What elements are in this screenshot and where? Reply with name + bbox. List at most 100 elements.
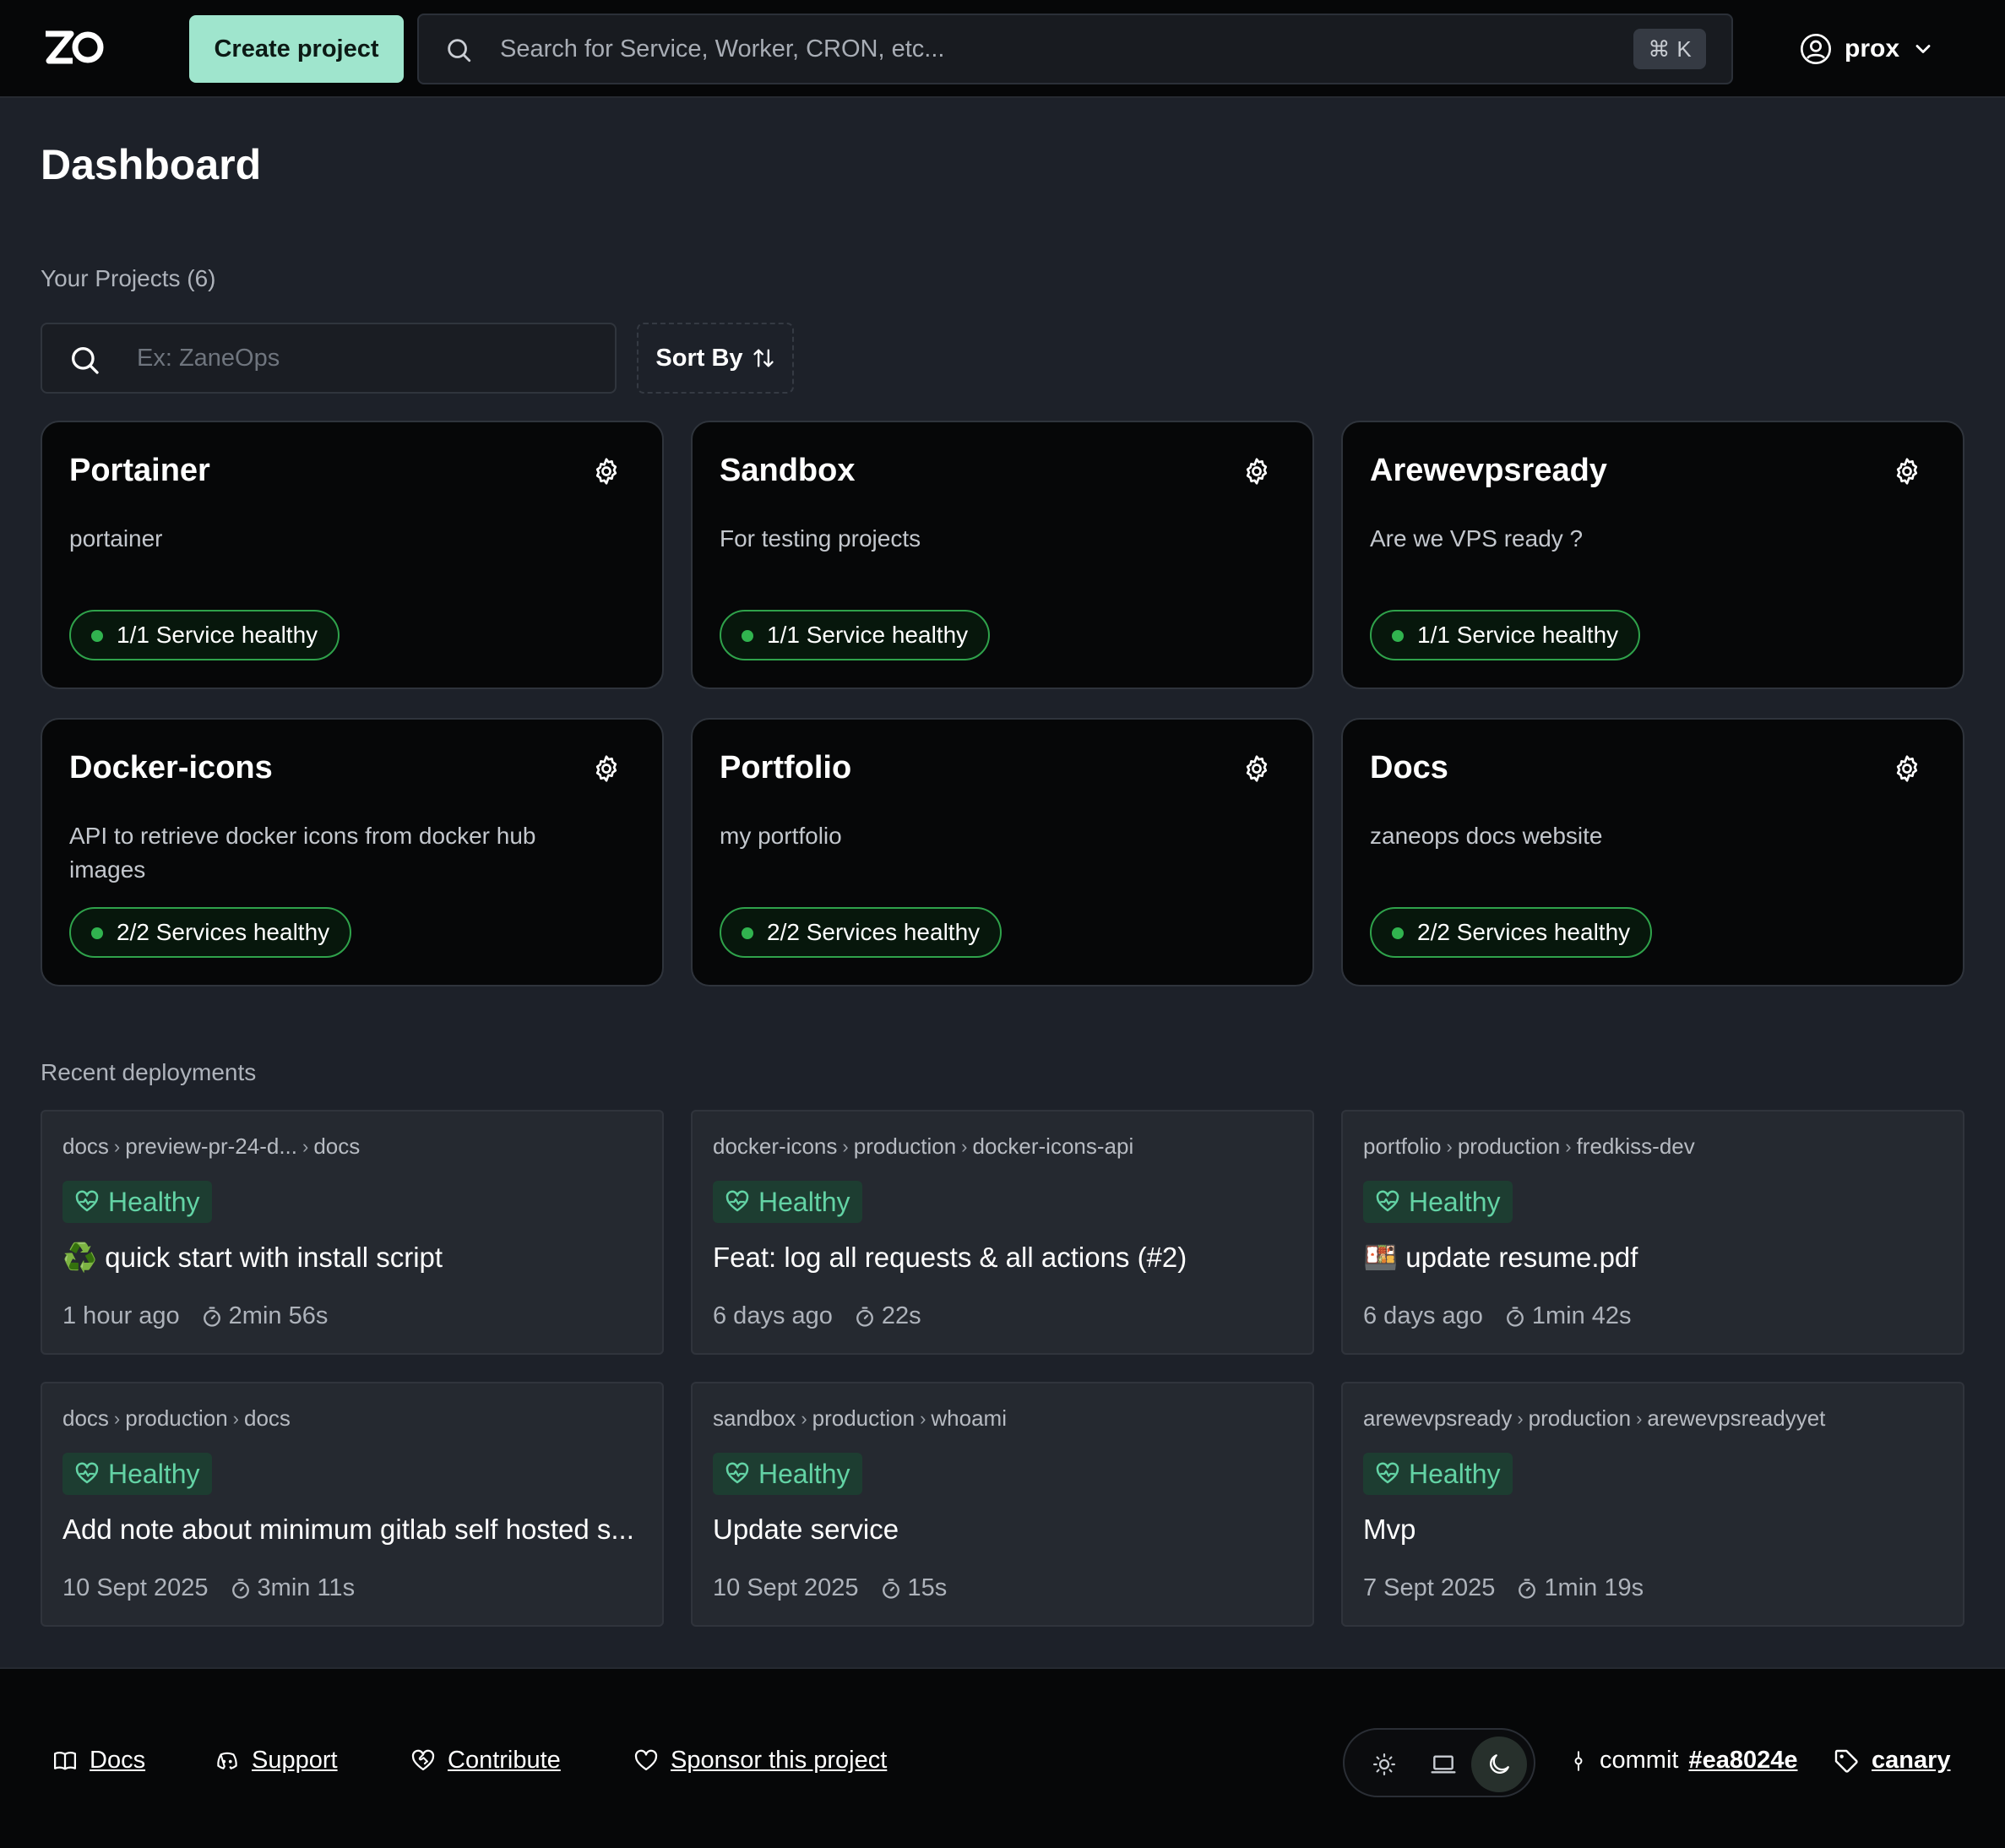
crumb-environment[interactable]: production	[812, 1405, 915, 1432]
commit-message[interactable]: Add note about minimum gitlab self hoste…	[62, 1514, 645, 1546]
crumb-project[interactable]: docs	[62, 1405, 109, 1432]
chevron-right-icon: ›	[113, 1407, 121, 1429]
project-name[interactable]: Sandbox	[720, 453, 855, 489]
healthy-status-badge: Healthy	[1363, 1453, 1513, 1495]
support-link[interactable]: Support	[215, 1747, 338, 1775]
contribute-link[interactable]: Contribute	[410, 1747, 561, 1775]
moon-icon	[1486, 1751, 1513, 1778]
sponsor-link[interactable]: Sponsor this project	[633, 1747, 887, 1775]
crumb-environment[interactable]: production	[125, 1405, 227, 1432]
shortcut-key: K	[1676, 35, 1692, 62]
commit-message[interactable]: Update service	[713, 1514, 1296, 1546]
health-text: 1/1 Service healthy	[767, 622, 969, 648]
gear-icon[interactable]	[591, 456, 622, 486]
heart-pulse-icon	[1375, 1461, 1400, 1487]
breadcrumb: portfolio › production › fredkiss-dev	[1363, 1133, 1695, 1160]
project-name[interactable]: Portainer	[69, 453, 210, 489]
commit-message[interactable]: Feat: log all requests & all actions (#2…	[713, 1242, 1296, 1274]
project-search-placeholder: Ex: ZaneOps	[137, 345, 280, 372]
chevron-right-icon: ›	[1517, 1407, 1524, 1429]
deployment-meta: 6 days ago 22s	[713, 1302, 921, 1330]
deployment-meta: 7 Sept 2025 1min 19s	[1363, 1574, 1644, 1602]
deployment-card[interactable]: docs › production › docs Healthy Add note …	[41, 1382, 664, 1627]
status-dot	[91, 927, 103, 939]
zaneops-logo[interactable]	[42, 29, 105, 68]
gear-icon[interactable]	[1892, 753, 1922, 784]
system-theme-button[interactable]	[1415, 1737, 1471, 1792]
crumb-service[interactable]: fredkiss-dev	[1577, 1133, 1695, 1160]
global-search-input[interactable]: Search for Service, Worker, CRON, etc...…	[417, 14, 1733, 84]
commit-message[interactable]: ♻️ quick start with install script	[62, 1242, 645, 1275]
sort-by-button[interactable]: Sort By	[637, 323, 794, 394]
deployment-duration: 3min 11s	[229, 1574, 355, 1602]
crumb-service[interactable]: arewevpsreadyyet	[1647, 1405, 1825, 1432]
project-card[interactable]: Arewevpsready Are we VPS ready ? 1/1 Ser…	[1341, 421, 1964, 689]
deployment-card[interactable]: sandbox › production › whoami Healthy Upda…	[691, 1382, 1314, 1627]
deployment-card[interactable]: docker-icons › production › docker-icons-a…	[691, 1110, 1314, 1355]
gear-icon[interactable]	[591, 753, 622, 784]
crumb-project[interactable]: sandbox	[713, 1405, 796, 1432]
project-card[interactable]: Portfolio my portfolio 2/2 Services heal…	[691, 718, 1314, 987]
duration-text: 15s	[907, 1574, 948, 1601]
project-name[interactable]: Portfolio	[720, 750, 851, 786]
crumb-environment[interactable]: production	[1529, 1405, 1631, 1432]
commit-message[interactable]: Mvp	[1363, 1514, 1946, 1546]
crumb-project[interactable]: docker-icons	[713, 1133, 837, 1160]
crumb-environment[interactable]: production	[854, 1133, 956, 1160]
release-channel-link[interactable]: canary	[1833, 1747, 1951, 1775]
deployment-meta: 10 Sept 2025 15s	[713, 1574, 947, 1602]
keyboard-shortcut-badge: ⌘ K	[1633, 29, 1706, 69]
docs-link[interactable]: Docs	[52, 1747, 145, 1775]
deployment-time: 1 hour ago	[62, 1302, 180, 1329]
project-card[interactable]: Sandbox For testing projects 1/1 Service…	[691, 421, 1314, 689]
deployment-time: 10 Sept 2025	[713, 1574, 859, 1601]
commit-message[interactable]: 🍱 update resume.pdf	[1363, 1242, 1946, 1275]
project-description: my portfolio	[720, 823, 842, 849]
crumb-project[interactable]: arewevpsready	[1363, 1405, 1512, 1432]
deployment-meta: 10 Sept 2025 3min 11s	[62, 1574, 355, 1602]
project-name[interactable]: Docker-icons	[69, 750, 273, 786]
service-health-badge: 1/1 Service healthy	[1370, 610, 1641, 660]
search-icon	[68, 343, 101, 377]
crumb-service[interactable]: docs	[244, 1405, 291, 1432]
commit-hash-link[interactable]: #ea8024e	[1688, 1747, 1797, 1775]
crumb-project[interactable]: portfolio	[1363, 1133, 1442, 1160]
page-title: Dashboard	[41, 141, 262, 188]
project-name[interactable]: Docs	[1370, 750, 1448, 786]
health-text: 2/2 Services healthy	[767, 919, 981, 945]
commit-label: commit	[1600, 1747, 1679, 1774]
deployment-card[interactable]: arewevpsready › production › arewevpsready…	[1341, 1382, 1964, 1627]
heart-pulse-icon	[74, 1461, 100, 1487]
tag-icon	[1833, 1747, 1860, 1775]
gear-icon[interactable]	[1242, 753, 1272, 784]
contribute-link-label: Contribute	[448, 1747, 561, 1774]
crumb-service[interactable]: whoami	[931, 1405, 1007, 1432]
user-menu-button[interactable]: prox	[1799, 32, 1935, 66]
project-search-input[interactable]: Ex: ZaneOps	[41, 323, 617, 394]
healthy-status-badge: Healthy	[713, 1181, 862, 1223]
deployment-card[interactable]: docs › preview-pr-24-d... › docs Healthy ♻…	[41, 1110, 664, 1355]
create-project-button[interactable]: Create project	[189, 15, 404, 83]
crumb-environment[interactable]: production	[1458, 1133, 1560, 1160]
deployment-time: 7 Sept 2025	[1363, 1574, 1496, 1601]
project-name[interactable]: Arewevpsready	[1370, 453, 1607, 489]
chevron-right-icon: ›	[1636, 1407, 1643, 1429]
gear-icon[interactable]	[1892, 456, 1922, 486]
heart-icon	[633, 1748, 659, 1774]
project-card[interactable]: Docker-icons API to retrieve docker icon…	[41, 718, 664, 987]
crumb-service[interactable]: docker-icons-api	[972, 1133, 1133, 1160]
heart-pulse-icon	[725, 1461, 750, 1487]
crumb-service[interactable]: docs	[313, 1133, 360, 1160]
theme-switcher	[1343, 1728, 1535, 1797]
status-text: Healthy	[1409, 1186, 1501, 1217]
deployment-card[interactable]: portfolio › production › fredkiss-dev Heal…	[1341, 1110, 1964, 1355]
gear-icon[interactable]	[1242, 456, 1272, 486]
light-theme-button[interactable]	[1356, 1737, 1412, 1792]
project-card[interactable]: Portainer portainer 1/1 Service healthy	[41, 421, 664, 689]
project-description: Are we VPS ready ?	[1370, 525, 1584, 552]
dark-theme-button[interactable]	[1471, 1737, 1527, 1792]
crumb-environment[interactable]: preview-pr-24-d...	[125, 1133, 297, 1160]
project-card[interactable]: Docs zaneops docs website 2/2 Services h…	[1341, 718, 1964, 987]
chevron-right-icon: ›	[842, 1135, 849, 1157]
crumb-project[interactable]: docs	[62, 1133, 109, 1160]
